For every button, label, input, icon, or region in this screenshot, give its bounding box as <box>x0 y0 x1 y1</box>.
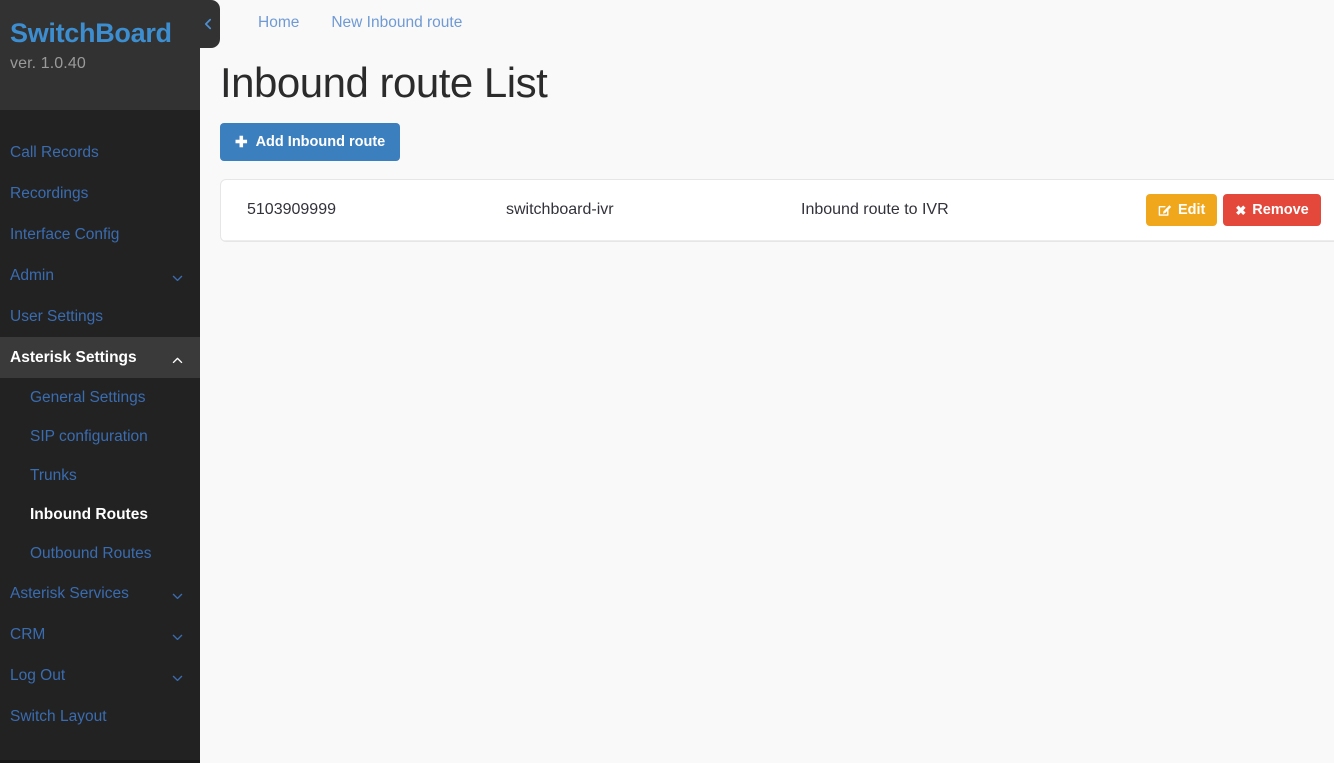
remove-button[interactable]: ✖ Remove <box>1223 194 1321 226</box>
sidebar-item-label: Interface Config <box>10 226 120 243</box>
page-body: Inbound route List ✚ Add Inbound route 5… <box>200 45 1334 242</box>
sidebar-subitem-outbound-routes[interactable]: Outbound Routes <box>0 534 200 573</box>
cell-did: 5103909999 <box>221 180 506 241</box>
sidebar-item-call-records[interactable]: Call Records <box>0 132 200 173</box>
chevron-down-icon <box>171 269 184 282</box>
sidebar-subitem-trunks[interactable]: Trunks <box>0 456 200 495</box>
add-inbound-route-button[interactable]: ✚ Add Inbound route <box>220 123 401 161</box>
sidebar-item-label: CRM <box>10 626 46 643</box>
sidebar-subitem-label: Inbound Routes <box>30 506 148 523</box>
sidebar-subitem-label: Outbound Routes <box>30 545 152 562</box>
add-inbound-route-label: Add Inbound route <box>255 134 386 150</box>
sidebar-subitem-label: General Settings <box>30 389 146 406</box>
sidebar-item-label: User Settings <box>10 308 104 325</box>
sidebar-item-switch-layout[interactable]: Switch Layout <box>0 696 200 737</box>
pencil-square-icon <box>1158 203 1172 217</box>
sidebar-subitem-inbound-routes[interactable]: Inbound Routes <box>0 495 200 534</box>
brand-title: SwitchBoard <box>10 18 172 48</box>
chevron-down-icon <box>171 628 184 641</box>
sidebar-item-crm[interactable]: CRM <box>0 614 200 655</box>
breadcrumb-item-home[interactable]: Home <box>258 12 299 33</box>
inbound-routes-table-card: 5103909999 switchboard-ivr Inbound route… <box>220 179 1334 242</box>
sidebar-item-label: Log Out <box>10 667 66 684</box>
chevron-up-icon <box>171 351 184 364</box>
table-row: 5103909999 switchboard-ivr Inbound route… <box>221 180 1334 241</box>
sidebar-item-label: Recordings <box>10 185 89 202</box>
edit-button[interactable]: Edit <box>1146 194 1218 226</box>
row-actions: Edit ✖ Remove <box>1146 194 1334 226</box>
sidebar-subitem-label: Trunks <box>30 467 77 484</box>
sidebar-collapse-toggle[interactable] <box>196 0 220 48</box>
main-content: Home New Inbound route Inbound route Lis… <box>200 0 1334 763</box>
sidebar-submenu-asterisk-settings: General Settings SIP configuration Trunk… <box>0 378 200 573</box>
inbound-routes-table: 5103909999 switchboard-ivr Inbound route… <box>221 180 1334 241</box>
brand-version: ver. 1.0.40 <box>10 55 86 72</box>
page-title: Inbound route List <box>220 59 548 106</box>
sidebar-item-recordings[interactable]: Recordings <box>0 173 200 214</box>
sidebar-item-label: Switch Layout <box>10 708 107 725</box>
sidebar-item-log-out[interactable]: Log Out <box>0 655 200 696</box>
sidebar-nav: Call Records Recordings Interface Config… <box>0 110 200 737</box>
sidebar-item-label: Admin <box>10 267 54 284</box>
close-x-icon: ✖ <box>1235 202 1247 218</box>
sidebar-item-interface-config[interactable]: Interface Config <box>0 214 200 255</box>
sidebar-item-asterisk-services[interactable]: Asterisk Services <box>0 573 200 614</box>
sidebar-subitem-sip-configuration[interactable]: SIP configuration <box>0 417 200 456</box>
sidebar-subitem-general-settings[interactable]: General Settings <box>0 378 200 417</box>
sidebar-item-admin[interactable]: Admin <box>0 255 200 296</box>
breadcrumb-item-new-inbound-route[interactable]: New Inbound route <box>331 12 462 33</box>
sidebar: SwitchBoard ver. 1.0.40 Call Records Rec… <box>0 0 200 763</box>
sidebar-item-label: Asterisk Settings <box>10 349 137 366</box>
sidebar-item-label: Asterisk Services <box>10 585 129 602</box>
sidebar-item-label: Call Records <box>10 144 99 161</box>
edit-button-label: Edit <box>1178 202 1206 218</box>
sidebar-item-user-settings[interactable]: User Settings <box>0 296 200 337</box>
sidebar-item-asterisk-settings[interactable]: Asterisk Settings <box>0 337 200 378</box>
chevron-down-icon <box>171 587 184 600</box>
app-root: SwitchBoard ver. 1.0.40 Call Records Rec… <box>0 0 1334 763</box>
chevron-left-icon <box>201 17 215 31</box>
plus-icon: ✚ <box>235 133 248 151</box>
cell-context: switchboard-ivr <box>506 180 801 241</box>
cell-description: Inbound route to IVR <box>801 180 1146 241</box>
sidebar-subitem-label: SIP configuration <box>30 428 148 445</box>
cell-actions: Edit ✖ Remove <box>1146 180 1334 241</box>
remove-button-label: Remove <box>1252 202 1309 218</box>
chevron-down-icon <box>171 669 184 682</box>
sidebar-header: SwitchBoard ver. 1.0.40 <box>0 0 200 110</box>
breadcrumb: Home New Inbound route <box>200 0 1334 45</box>
